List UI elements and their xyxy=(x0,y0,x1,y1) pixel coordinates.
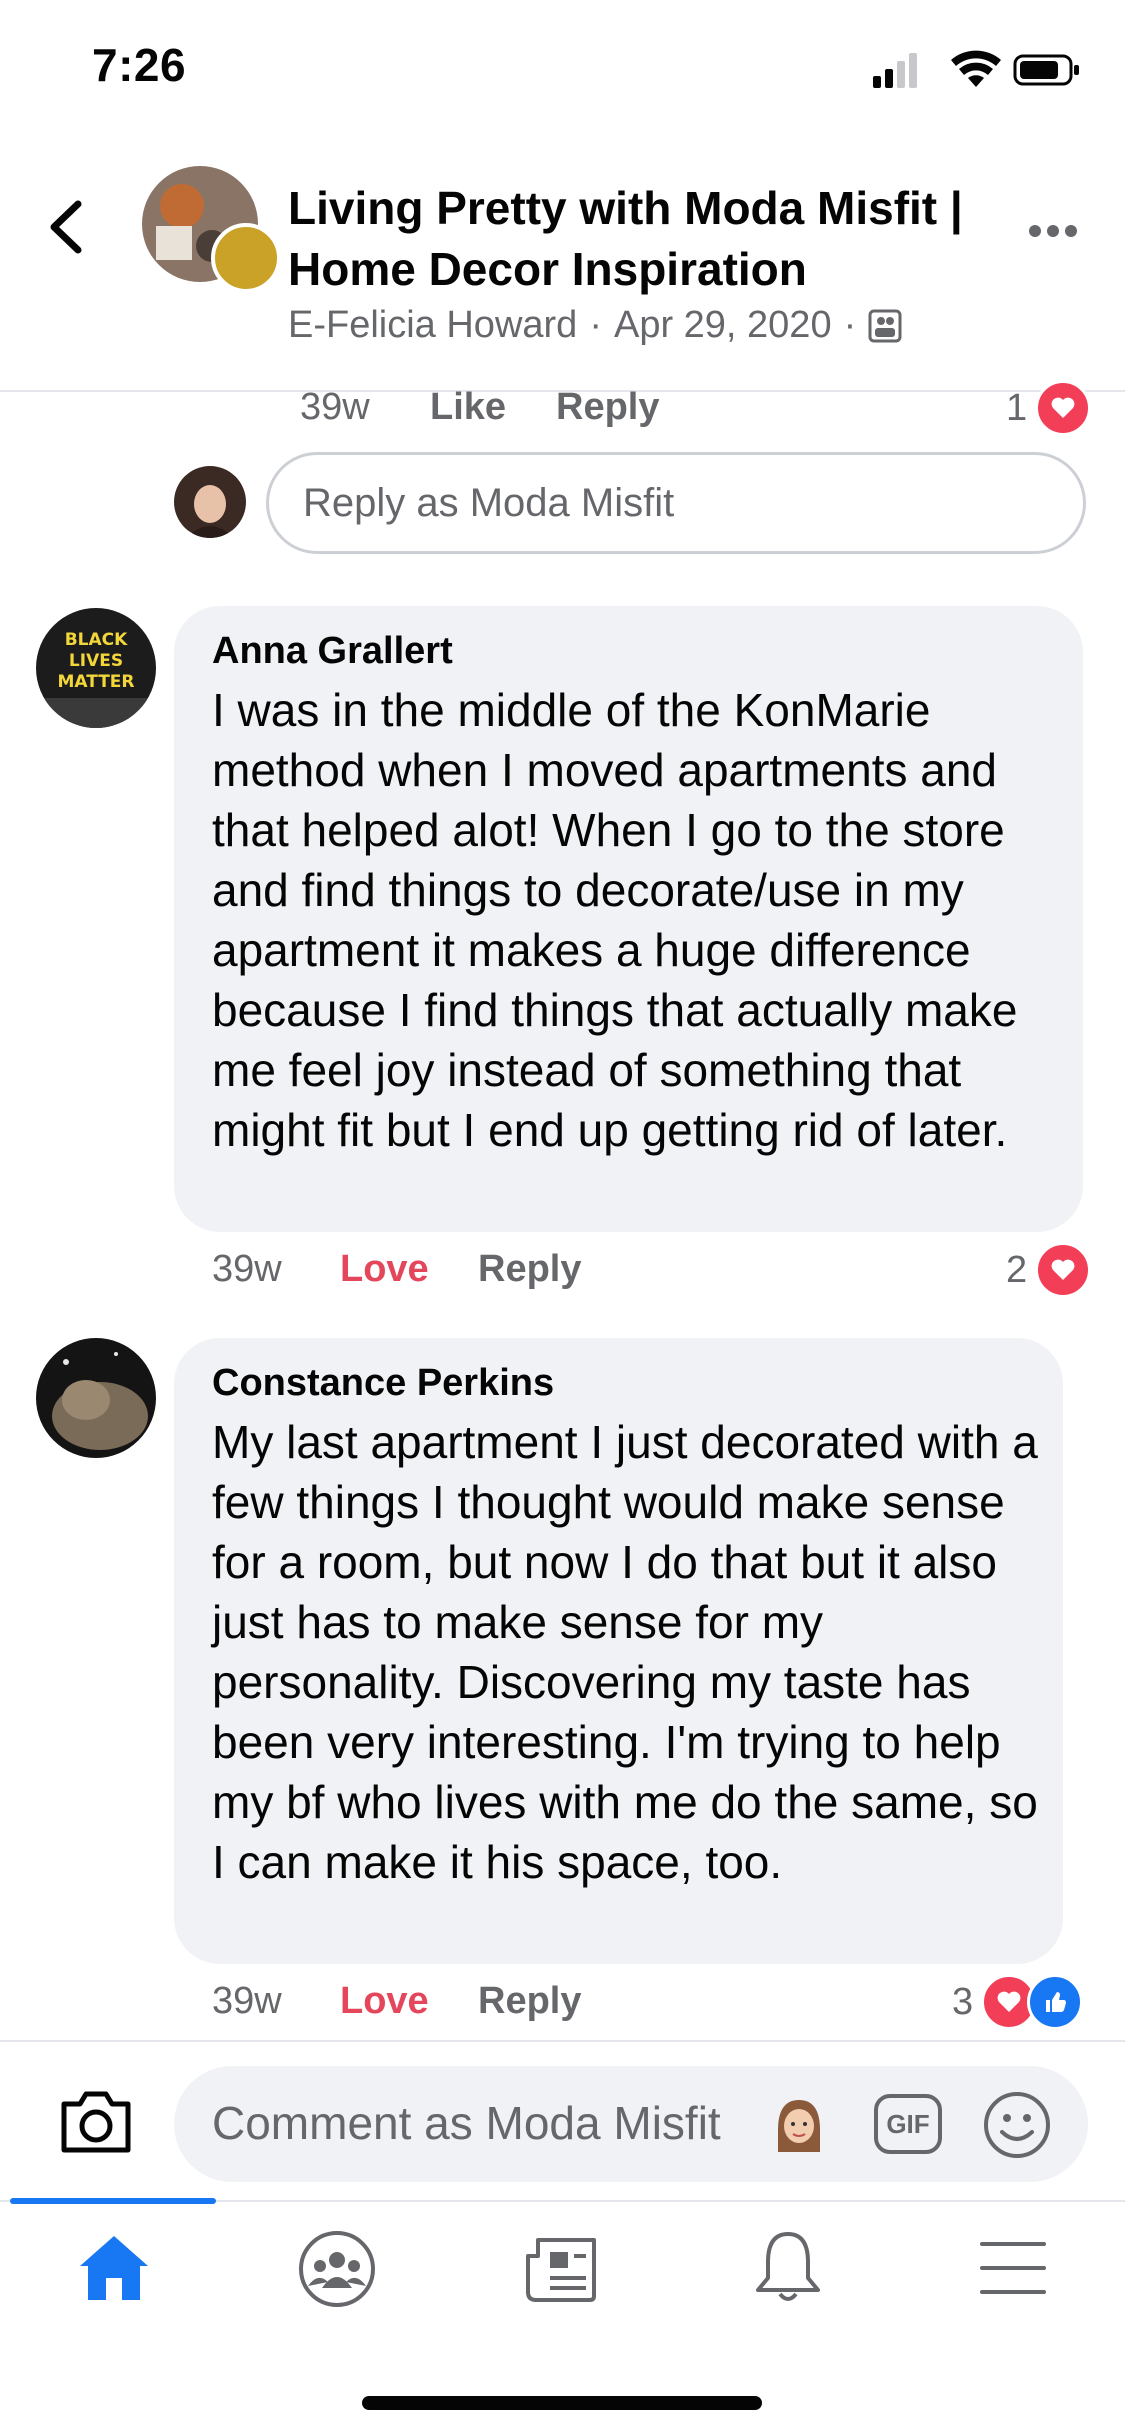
back-chevron-icon[interactable] xyxy=(46,200,86,254)
reply-placeholder: Reply as Moda Misfit xyxy=(303,480,675,525)
reaction-summary[interactable]: 1 xyxy=(1006,380,1092,436)
commenter-name[interactable]: Anna Grallert xyxy=(212,630,453,673)
bell-icon[interactable] xyxy=(754,2228,822,2306)
love-button[interactable]: Love xyxy=(340,1248,429,1291)
news-icon[interactable] xyxy=(524,2234,600,2304)
avatar-sign-text: BLACK LIVES MATTER xyxy=(57,630,135,692)
commenter-avatar[interactable]: BLACK LIVES MATTER xyxy=(36,608,156,728)
post-meta: E-Felicia Howard · Apr 29, 2020 · xyxy=(288,304,902,347)
active-tab-indicator xyxy=(10,2198,216,2204)
home-indicator xyxy=(362,2396,762,2410)
comment-text: My last apartment I just decorated with … xyxy=(212,1416,1038,1888)
reaction-count: 2 xyxy=(1006,1248,1028,1291)
gif-button[interactable]: GIF xyxy=(874,2094,942,2154)
group-title[interactable]: Living Pretty with Moda Misfit | Home De… xyxy=(288,178,1008,300)
post-date[interactable]: Apr 29, 2020 xyxy=(614,304,832,347)
prev-reply-age: 39w xyxy=(300,386,370,428)
love-reaction-icon xyxy=(1035,380,1092,436)
more-options-icon[interactable] xyxy=(1028,224,1078,238)
group-avatar[interactable] xyxy=(142,166,281,293)
page-avatar xyxy=(174,466,246,538)
status-icons xyxy=(873,50,1079,88)
reaction-summary[interactable]: 2 xyxy=(1006,1242,1092,1298)
reply-button[interactable]: Reply xyxy=(556,386,659,429)
group-cover-image xyxy=(142,166,281,293)
reaction-summary[interactable]: 3 xyxy=(952,1974,1084,2030)
wifi-icon xyxy=(951,50,1001,87)
status-time: 7:26 xyxy=(92,39,187,91)
comment-age: 39w xyxy=(212,1248,282,1290)
menu-icon[interactable] xyxy=(980,2240,1046,2296)
camera-icon[interactable] xyxy=(56,2086,136,2156)
composer-divider xyxy=(0,2040,1125,2042)
battery-icon xyxy=(1013,54,1079,86)
love-button[interactable]: Love xyxy=(340,1980,429,2023)
reaction-count: 1 xyxy=(1006,386,1028,429)
emoji-icon[interactable] xyxy=(982,2090,1052,2160)
love-reaction-icon xyxy=(1035,1242,1092,1298)
avatar-sticker-icon[interactable] xyxy=(772,2096,826,2156)
post-author[interactable]: E-Felicia Howard xyxy=(288,304,577,347)
groups-icon[interactable] xyxy=(298,2230,376,2308)
home-icon[interactable] xyxy=(76,2232,152,2302)
reply-input[interactable]: Reply as Moda Misfit xyxy=(266,452,1086,554)
like-button[interactable]: Like xyxy=(430,386,506,429)
like-reaction-icon xyxy=(1027,1974,1084,2030)
signal-icon xyxy=(873,53,917,88)
meta-separator: · xyxy=(589,304,602,346)
group-privacy-icon xyxy=(868,309,902,342)
gif-label: GIF xyxy=(886,2108,930,2139)
reply-button[interactable]: Reply xyxy=(478,1248,581,1291)
comment-age: 39w xyxy=(212,1980,282,2022)
reply-button[interactable]: Reply xyxy=(478,1980,581,2023)
reaction-count: 3 xyxy=(952,1980,974,2023)
commenter-name[interactable]: Constance Perkins xyxy=(212,1362,554,1405)
comment-text: I was in the middle of the KonMarie meth… xyxy=(212,684,1018,1156)
commenter-avatar[interactable] xyxy=(36,1338,156,1458)
comment-placeholder: Comment as Moda Misfit xyxy=(212,2097,721,2149)
meta-separator: · xyxy=(843,304,857,346)
